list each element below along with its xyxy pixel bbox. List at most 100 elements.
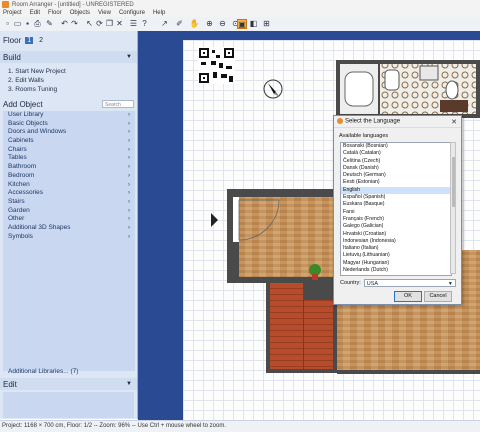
hand-icon[interactable]: ✋ bbox=[190, 19, 200, 28]
language-item[interactable]: Hrvatski (Croatian) bbox=[341, 231, 451, 238]
open-icon[interactable]: ▭ bbox=[13, 19, 22, 28]
chevron-right-icon: › bbox=[128, 112, 130, 118]
category-label: Cabinets bbox=[8, 137, 34, 145]
category-accessories[interactable]: Accessories › bbox=[3, 189, 135, 198]
edit-label: Edit bbox=[3, 379, 17, 389]
chevron-down-icon[interactable]: ▼ bbox=[126, 54, 132, 60]
floor-tab-2[interactable]: 2 bbox=[37, 37, 45, 44]
cursor-icon[interactable]: ↗ bbox=[160, 19, 169, 28]
category-chairs[interactable]: Chairs › bbox=[3, 146, 135, 155]
chevron-right-icon: › bbox=[128, 164, 130, 171]
language-item[interactable]: Galego (Galician) bbox=[341, 223, 451, 230]
save-icon[interactable]: ▪ bbox=[23, 19, 32, 28]
category-label: Chairs bbox=[8, 145, 27, 153]
chevron-right-icon: › bbox=[128, 190, 130, 197]
ruler-icon[interactable]: ⊞ bbox=[262, 19, 271, 28]
build-item-rooms[interactable]: 3. Rooms Tuning bbox=[8, 85, 66, 94]
chevron-right-icon: › bbox=[128, 138, 130, 145]
menu-project[interactable]: Project bbox=[3, 10, 22, 16]
category-symbols[interactable]: Symbols › bbox=[3, 233, 135, 242]
edit-header[interactable]: Edit ▼ bbox=[0, 378, 137, 390]
category-label: Bathroom bbox=[8, 163, 37, 171]
category-other[interactable]: Other › bbox=[3, 215, 135, 224]
menu-help[interactable]: Help bbox=[153, 10, 165, 16]
language-list-scrollbar[interactable] bbox=[450, 142, 456, 274]
menu-objects[interactable]: Objects bbox=[70, 10, 90, 16]
language-item[interactable]: Español (Spanish) bbox=[341, 194, 451, 201]
undo-icon[interactable]: ↶ bbox=[60, 19, 69, 28]
category-label: Accessories bbox=[8, 189, 44, 197]
language-item[interactable]: Farsi bbox=[341, 209, 451, 216]
duplicate-icon[interactable]: ❐ bbox=[105, 19, 114, 28]
category-tables[interactable]: Tables › bbox=[3, 154, 135, 163]
print-icon[interactable]: ⎙ bbox=[33, 19, 42, 28]
language-item-selected[interactable]: English bbox=[341, 186, 451, 195]
category-doors-windows[interactable]: Doors and Windows › bbox=[3, 128, 135, 137]
paint-icon[interactable]: ✎ bbox=[45, 19, 54, 28]
toolbar: ▫ ▭ ▪ ⎙ ✎ ↶ ↷ ↖ ⟳ ❐ ✕ ☰ ? ↗ ✐ ✋ ⊕ ⊖ ⊙ ▣ … bbox=[0, 17, 480, 32]
properties-icon[interactable]: ☰ bbox=[129, 19, 138, 28]
menu-configure[interactable]: Configure bbox=[119, 10, 145, 16]
help-icon[interactable]: ? bbox=[140, 19, 149, 28]
category-label: Stairs bbox=[8, 197, 25, 205]
language-item[interactable]: Indonesian (Indonesia) bbox=[341, 238, 451, 245]
edit-panel bbox=[3, 392, 134, 418]
scrollbar-thumb[interactable] bbox=[452, 157, 455, 207]
zoom-in-icon[interactable]: ⊕ bbox=[205, 19, 214, 28]
additional-libraries-link[interactable]: Additional Libraries... (7) bbox=[8, 368, 78, 375]
menu-edit[interactable]: Edit bbox=[30, 10, 40, 16]
build-header[interactable]: Build ▼ bbox=[0, 51, 137, 63]
country-select[interactable]: USA ▼ bbox=[363, 279, 456, 287]
language-item[interactable]: Deutsch (German) bbox=[341, 172, 451, 179]
chevron-right-icon: › bbox=[128, 198, 130, 205]
new-icon[interactable]: ▫ bbox=[3, 19, 12, 28]
build-item-start[interactable]: 1. Start New Project bbox=[8, 67, 66, 76]
language-item[interactable]: Čeština (Czech) bbox=[341, 158, 451, 165]
chevron-down-icon[interactable]: ▼ bbox=[126, 381, 132, 387]
language-item[interactable]: Català (Catalan) bbox=[341, 150, 451, 157]
title-bar: Room Arranger - [untitled] - UNREGISTERE… bbox=[0, 0, 480, 9]
build-item-walls[interactable]: 2. Edit Walls bbox=[8, 76, 66, 85]
close-icon[interactable]: ✕ bbox=[451, 118, 457, 126]
add-object-label: Add Object bbox=[3, 99, 43, 109]
zoom-out-icon[interactable]: ⊖ bbox=[218, 19, 227, 28]
category-bathroom[interactable]: Bathroom › bbox=[3, 163, 135, 172]
language-item[interactable]: Bosanski (Bosnian) bbox=[341, 143, 451, 150]
chevron-down-icon: ▼ bbox=[447, 281, 453, 287]
view-3d-icon[interactable]: ◧ bbox=[249, 19, 258, 28]
menu-floor[interactable]: Floor bbox=[48, 10, 62, 16]
view-2d-icon[interactable]: ▣ bbox=[237, 19, 247, 29]
category-label: Additional 3D Shapes bbox=[8, 223, 71, 231]
category-kitchen[interactable]: Kitchen › bbox=[3, 181, 135, 190]
redo-icon[interactable]: ↷ bbox=[70, 19, 79, 28]
language-item[interactable]: Dansk (Danish) bbox=[341, 165, 451, 172]
language-item[interactable]: Euskara (Basque) bbox=[341, 201, 451, 208]
language-item[interactable]: Nederlands (Dutch) bbox=[341, 267, 451, 274]
delete-icon[interactable]: ✕ bbox=[115, 19, 124, 28]
menu-view[interactable]: View bbox=[98, 10, 111, 16]
category-garden[interactable]: Garden › bbox=[3, 207, 135, 216]
language-item[interactable]: Eesti (Estonian) bbox=[341, 179, 451, 186]
build-list: 1. Start New Project 2. Edit Walls 3. Ro… bbox=[8, 67, 66, 94]
language-list[interactable]: Bosanski (Bosnian) Català (Catalan) Češt… bbox=[340, 142, 452, 276]
rotate-icon[interactable]: ⟳ bbox=[95, 19, 104, 28]
category-bedroom[interactable]: Bedroom › bbox=[3, 172, 135, 181]
select-icon[interactable]: ↖ bbox=[85, 19, 94, 28]
category-label: Doors and Windows bbox=[8, 128, 67, 136]
category-cabinets[interactable]: Cabinets › bbox=[3, 137, 135, 146]
language-item[interactable]: Magyar (Hungarian) bbox=[341, 260, 451, 267]
app-icon bbox=[337, 118, 343, 125]
floor-tab-1[interactable]: 1 bbox=[25, 36, 34, 44]
category-user-library[interactable]: User Library › bbox=[3, 111, 135, 120]
edit-tool-icon[interactable]: ✐ bbox=[175, 19, 184, 28]
chevron-right-icon: › bbox=[128, 120, 130, 127]
category-stairs[interactable]: Stairs › bbox=[3, 198, 135, 207]
language-item[interactable]: Italiano (Italian) bbox=[341, 245, 451, 252]
category-3d-shapes[interactable]: Additional 3D Shapes › bbox=[3, 224, 135, 233]
cancel-button[interactable]: Cancel bbox=[424, 291, 452, 302]
ok-button[interactable]: OK bbox=[394, 291, 422, 302]
language-item[interactable]: Français (French) bbox=[341, 216, 451, 223]
language-item[interactable]: Lietuvių (Lithuanian) bbox=[341, 252, 451, 259]
category-basic-objects[interactable]: Basic Objects › bbox=[3, 120, 135, 129]
search-input[interactable]: Search bbox=[102, 100, 134, 108]
